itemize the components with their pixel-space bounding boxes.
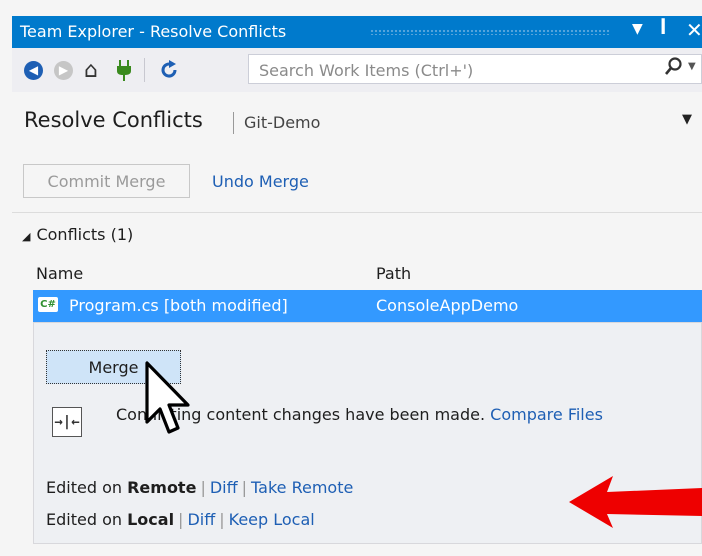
local-edit-line: Edited on Local | Diff | Keep Local <box>46 510 315 529</box>
home-button[interactable]: ⌂ <box>84 57 98 83</box>
remote-source: Remote <box>127 478 197 497</box>
local-prefix: Edited on <box>46 510 122 529</box>
mouse-cursor-icon <box>145 361 190 434</box>
forward-button[interactable]: ▶ <box>54 58 73 82</box>
close-icon[interactable]: ✕ <box>686 18 702 42</box>
window-title: Team Explorer - Resolve Conflicts <box>20 22 287 41</box>
annotation-arrow-icon <box>569 476 702 528</box>
page-title: Resolve Conflicts <box>24 108 203 132</box>
conflict-row[interactable]: C# Program.cs [both modified] ConsoleApp… <box>33 290 702 322</box>
team-explorer-window: Team Explorer - Resolve Conflicts ▼ ꟾ ✕ … <box>0 0 702 556</box>
local-diff-link[interactable]: Diff <box>187 510 215 529</box>
title-grip[interactable] <box>370 29 610 35</box>
compare-files-link[interactable]: Compare Files <box>490 405 603 424</box>
conflicts-label: Conflicts (1) <box>36 225 134 244</box>
search-box[interactable]: ▼ <box>248 54 702 84</box>
refresh-icon <box>161 60 177 78</box>
forward-icon: ▶ <box>54 60 73 80</box>
pin-icon[interactable]: ꟾ <box>660 19 666 39</box>
column-header-path[interactable]: Path <box>376 264 411 283</box>
title-bar: Team Explorer - Resolve Conflicts ▼ ꟾ ✕ <box>12 16 702 48</box>
merge-actions: Commit Merge Undo Merge <box>12 148 702 214</box>
remote-prefix: Edited on <box>46 478 122 497</box>
undo-merge-link[interactable]: Undo Merge <box>212 172 309 191</box>
page-header: Resolve Conflicts Git-Demo ▼ <box>12 92 702 148</box>
toolbar-separator <box>144 58 145 82</box>
page-dropdown-icon[interactable]: ▼ <box>682 112 692 127</box>
commit-merge-button[interactable]: Commit Merge <box>23 164 190 198</box>
repo-name: Git-Demo <box>244 113 321 132</box>
plug-icon <box>117 60 131 81</box>
keep-local-link[interactable]: Keep Local <box>229 510 315 529</box>
back-icon: ◀ <box>24 60 43 80</box>
search-input[interactable] <box>257 58 641 82</box>
remote-diff-link[interactable]: Diff <box>210 478 238 497</box>
collapse-triangle-icon[interactable]: ◢ <box>22 230 30 243</box>
column-header-name[interactable]: Name <box>36 264 83 283</box>
home-icon: ⌂ <box>84 57 98 83</box>
toolbar: ◀ ▶ ⌂ ▼ <box>12 48 702 93</box>
section-divider <box>12 212 702 213</box>
window-dropdown-icon[interactable]: ▼ <box>632 21 643 37</box>
conflicts-section-header[interactable]: ◢ Conflicts (1) <box>22 225 133 244</box>
csharp-file-icon: C# <box>38 297 58 312</box>
refresh-button[interactable] <box>158 58 180 82</box>
conflict-file-name: Program.cs [both modified] <box>69 296 288 315</box>
local-separator: | <box>178 510 184 529</box>
remote-separator-2: | <box>241 478 248 497</box>
connect-button[interactable] <box>116 58 132 82</box>
take-remote-link[interactable]: Take Remote <box>251 478 353 497</box>
local-source: Local <box>127 510 175 529</box>
search-icon[interactable] <box>665 57 683 77</box>
merge-tool-icon: →|← <box>52 407 82 437</box>
back-button[interactable]: ◀ <box>24 58 43 82</box>
search-dropdown-icon[interactable]: ▼ <box>688 61 696 72</box>
local-separator-2: | <box>219 510 225 529</box>
conflict-file-path: ConsoleAppDemo <box>376 296 519 315</box>
remote-separator: | <box>200 478 206 497</box>
remote-edit-line: Edited on Remote | Diff | Take Remote <box>46 478 353 497</box>
title-separator <box>233 112 234 134</box>
